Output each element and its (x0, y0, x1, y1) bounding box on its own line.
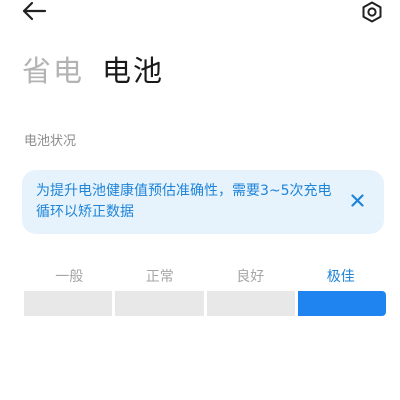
health-segment-good (206, 291, 295, 316)
tab-battery[interactable]: 电池 (102, 48, 164, 90)
tab-bar: 省电 电池 (22, 48, 164, 90)
health-level-labels: 一般 正常 良好 极佳 (24, 266, 386, 286)
arrow-left-icon (21, 1, 47, 25)
tab-power-saving[interactable]: 省电 (22, 48, 84, 90)
level-label-normal: 正常 (145, 269, 174, 285)
back-button[interactable] (18, 0, 50, 26)
level-label-good: 良好 (236, 269, 265, 285)
notice-text: 为提升电池健康值预估准确性，需要3~5次充电循环以矫正数据 (36, 183, 332, 220)
health-segment-excellent (297, 291, 386, 316)
close-x-icon (350, 192, 364, 211)
level-label-excellent: 极佳 (326, 269, 355, 285)
battery-page: 省电 电池 电池状况 为提升电池健康值预估准确性，需要3~5次充电循环以矫正数据… (0, 0, 400, 400)
health-segment-normal (115, 291, 204, 316)
calibration-notice: 为提升电池健康值预估准确性，需要3~5次充电循环以矫正数据 (22, 170, 384, 234)
hex-nut-settings-icon (361, 1, 383, 27)
notice-close-button[interactable] (348, 192, 366, 210)
battery-status-heading: 电池状况 (24, 134, 77, 149)
level-label-fair: 一般 (55, 269, 84, 285)
settings-button[interactable] (358, 0, 386, 28)
health-level-bar (24, 291, 386, 316)
health-segment-fair (24, 291, 113, 316)
